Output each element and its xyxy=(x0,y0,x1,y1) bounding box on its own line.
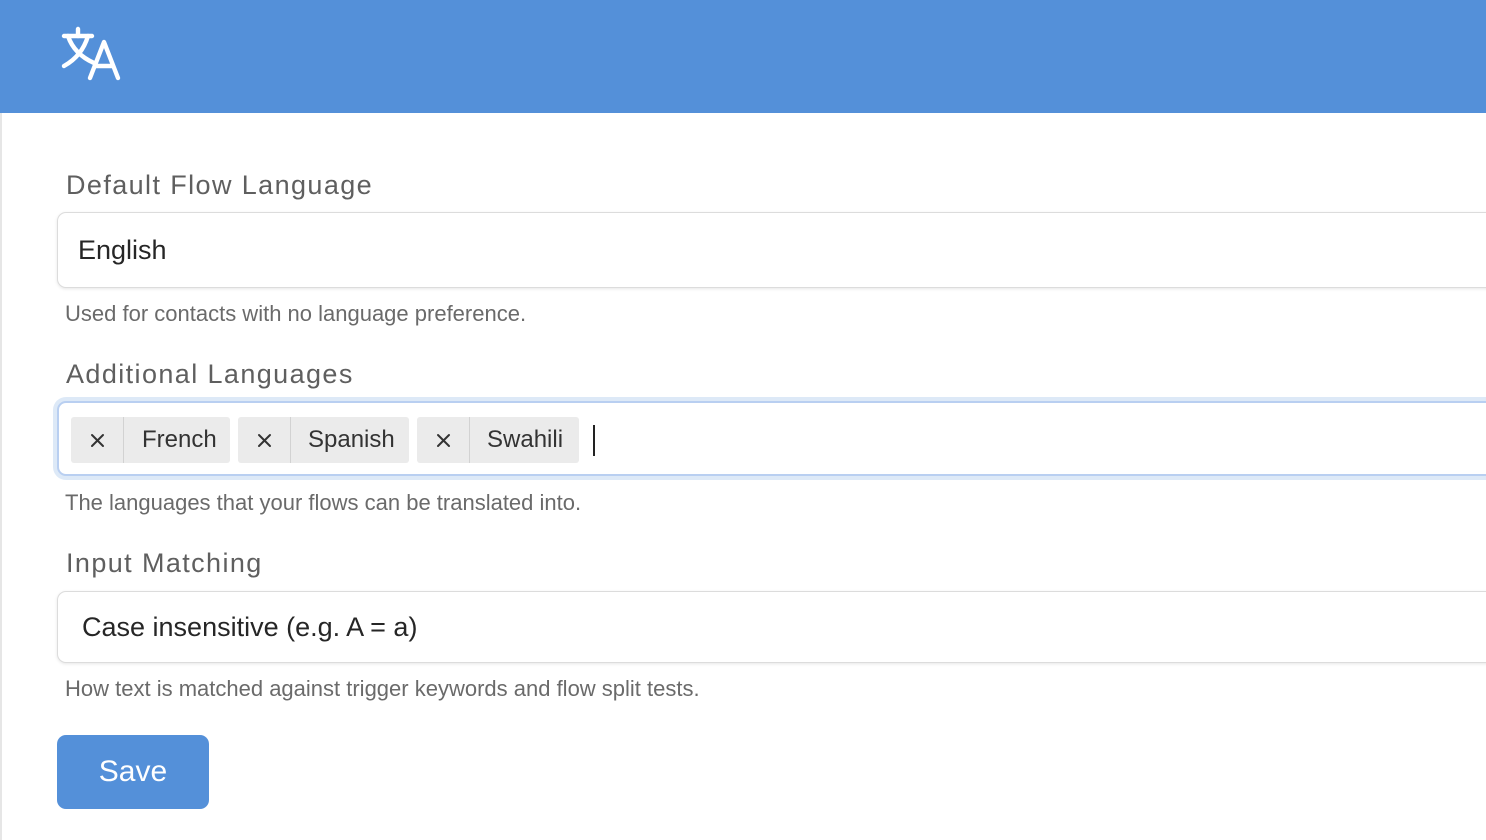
default-language-select[interactable]: English xyxy=(57,212,1486,288)
text-caret xyxy=(593,425,595,456)
default-language-label: Default Flow Language xyxy=(66,170,374,200)
input-matching-select[interactable]: Case insensitive (e.g. A = a) xyxy=(57,591,1486,663)
chip-label: French xyxy=(142,426,217,453)
additional-languages-input[interactable]: French Spanish Swahili xyxy=(57,401,1486,476)
language-chip-french: French xyxy=(71,417,230,463)
chip-label: Spanish xyxy=(308,426,395,453)
chip-label: Swahili xyxy=(487,426,564,453)
language-chip-spanish: Spanish xyxy=(238,417,409,463)
remove-french-button[interactable] xyxy=(71,417,124,463)
close-icon xyxy=(91,434,104,447)
additional-languages-help: The languages that your flows can be tra… xyxy=(65,490,582,515)
remove-swahili-button[interactable] xyxy=(417,417,470,463)
save-button[interactable]: Save xyxy=(57,735,209,809)
additional-languages-label: Additional Languages xyxy=(66,359,354,389)
language-chip-swahili: Swahili xyxy=(417,417,579,463)
remove-spanish-button[interactable] xyxy=(238,417,291,463)
default-language-help: Used for contacts with no language prefe… xyxy=(65,301,527,326)
header-bar xyxy=(0,0,1486,113)
default-language-value: English xyxy=(78,235,167,265)
close-icon xyxy=(437,434,450,447)
input-matching-value: Case insensitive (e.g. A = a) xyxy=(82,612,418,642)
close-icon xyxy=(258,434,271,447)
input-matching-label: Input Matching xyxy=(66,548,263,578)
input-matching-help: How text is matched against trigger keyw… xyxy=(65,676,700,701)
translate-icon xyxy=(61,26,121,81)
